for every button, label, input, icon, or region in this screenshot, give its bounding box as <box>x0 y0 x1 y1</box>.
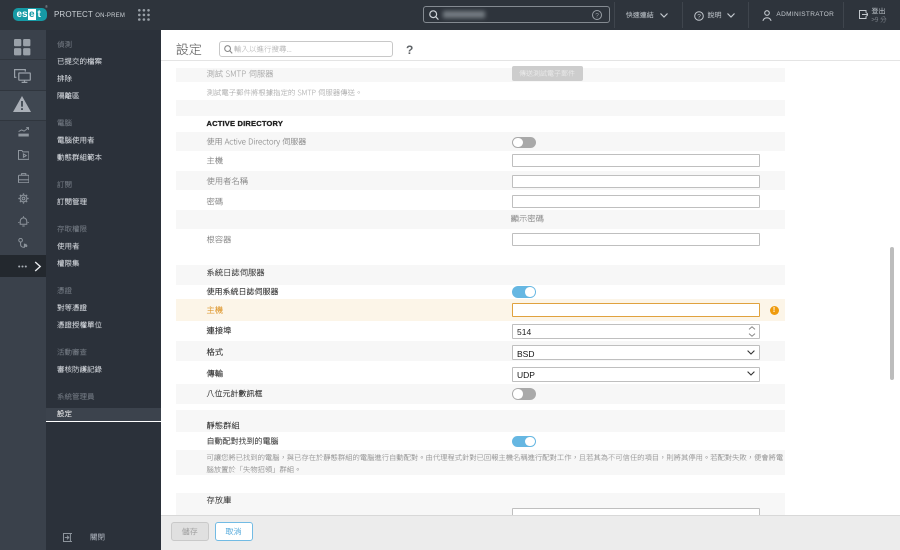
svg-text:?: ? <box>595 12 599 19</box>
svg-text:?: ? <box>697 13 701 20</box>
